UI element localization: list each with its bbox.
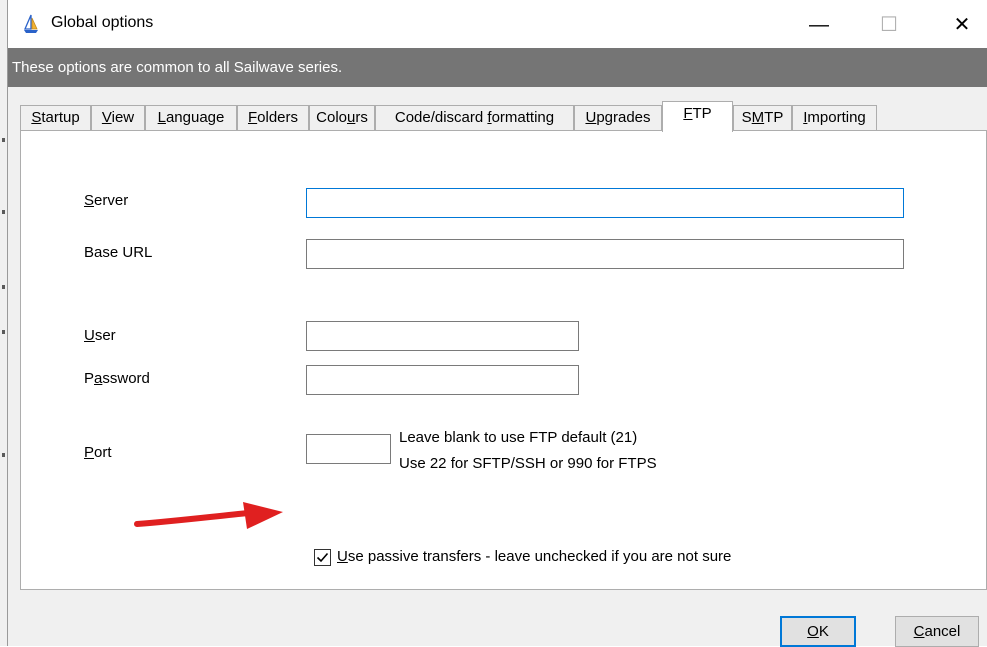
password-label: Password xyxy=(84,370,150,387)
tab-colours[interactable]: Colours xyxy=(309,105,375,131)
edge-mark xyxy=(2,210,5,214)
tab-smtp[interactable]: SMTP xyxy=(733,105,792,131)
checkmark-icon xyxy=(316,552,329,563)
sailboat-icon xyxy=(24,14,38,33)
passive-transfers-checkbox[interactable] xyxy=(314,549,331,566)
info-text: These options are common to all Sailwave… xyxy=(12,59,343,76)
tab-strip: Startup View Language Folders Colours Co… xyxy=(20,101,987,132)
maximize-icon: ☐ xyxy=(880,14,898,36)
tab-importing[interactable]: Importing xyxy=(792,105,877,131)
edge-mark xyxy=(2,138,5,142)
minimize-button[interactable]: — xyxy=(796,10,842,40)
maximize-button[interactable]: ☐ xyxy=(866,10,912,40)
user-label: User xyxy=(84,327,116,344)
edge-mark xyxy=(2,285,5,289)
user-input[interactable] xyxy=(306,321,579,351)
tab-view[interactable]: View xyxy=(91,105,145,131)
close-button[interactable]: ✕ xyxy=(939,10,985,40)
tab-upgrades[interactable]: Upgrades xyxy=(574,105,662,131)
edge-mark xyxy=(2,453,5,457)
dialog-body: Startup View Language Folders Colours Co… xyxy=(8,87,987,647)
tab-folders[interactable]: Folders xyxy=(237,105,309,131)
red-arrow-annotation xyxy=(134,502,283,529)
tab-code-discard-formatting[interactable]: Code/discard formatting xyxy=(375,105,574,131)
password-input[interactable] xyxy=(306,365,579,395)
background-window-edge xyxy=(0,0,8,646)
ok-button[interactable]: OK xyxy=(780,616,856,647)
minimize-icon: — xyxy=(809,14,829,36)
port-input[interactable] xyxy=(306,434,391,464)
port-hint-default: Leave blank to use FTP default (21) xyxy=(399,429,638,446)
port-label: Port xyxy=(84,444,112,461)
info-bar: These options are common to all Sailwave… xyxy=(8,48,987,87)
tab-startup[interactable]: Startup xyxy=(20,105,91,131)
close-icon: ✕ xyxy=(953,14,971,36)
cancel-button[interactable]: Cancel xyxy=(895,616,979,647)
title-bar: Global options — ☐ ✕ xyxy=(8,0,987,48)
server-label: Server xyxy=(84,192,129,209)
tab-ftp[interactable]: FTP xyxy=(662,101,733,132)
base-url-input[interactable] xyxy=(306,239,904,269)
port-hint-sftp: Use 22 for SFTP/SSH or 990 for FTPS xyxy=(399,455,657,472)
window-title: Global options xyxy=(51,14,154,31)
edge-mark xyxy=(2,330,5,334)
base-url-label: Base URL xyxy=(84,244,153,261)
passive-transfers-label[interactable]: Use passive transfers - leave unchecked … xyxy=(337,548,731,565)
server-input[interactable] xyxy=(306,188,904,218)
tab-language[interactable]: Language xyxy=(145,105,237,131)
